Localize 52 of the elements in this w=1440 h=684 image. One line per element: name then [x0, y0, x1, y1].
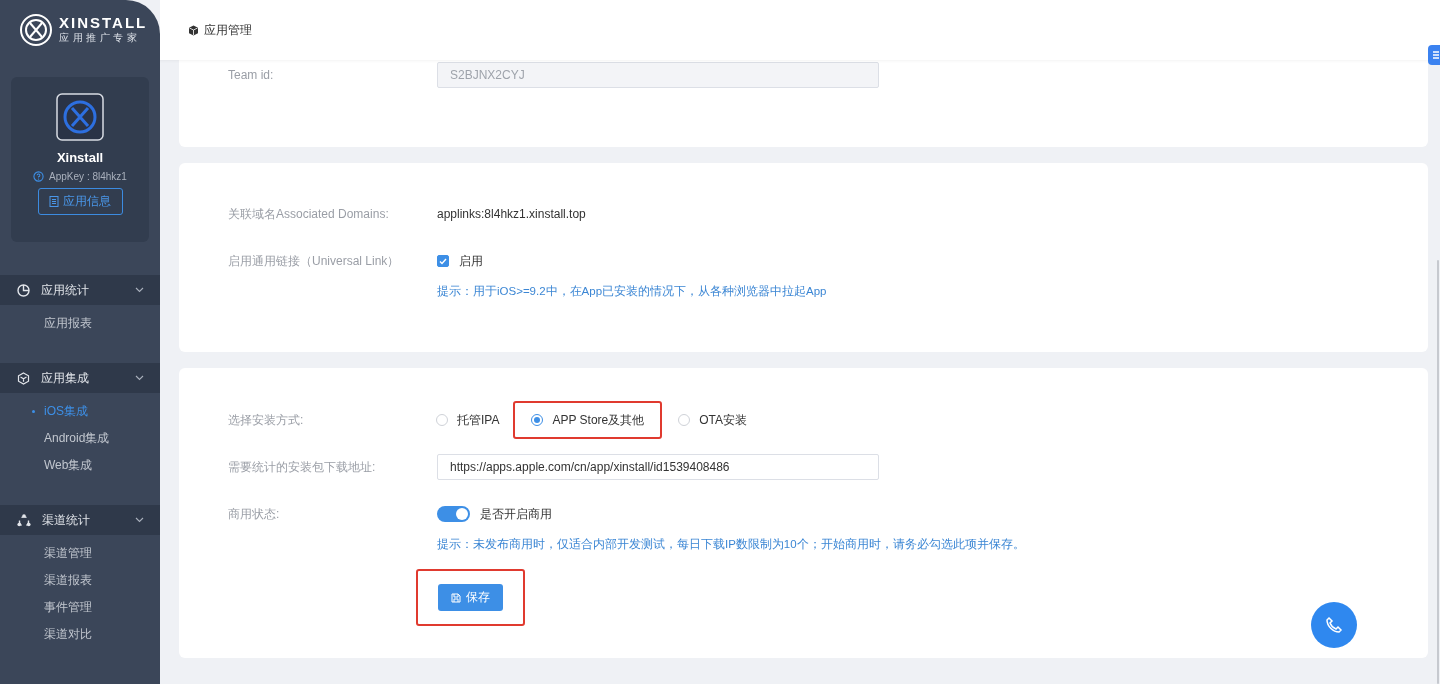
toggle-switch[interactable]	[437, 506, 470, 522]
brand-name: XINSTALL	[59, 15, 148, 31]
nav-group-header[interactable]: 应用集成	[0, 363, 160, 393]
nav-item[interactable]: 应用报表	[0, 310, 160, 337]
nav-item[interactable]: 渠道对比	[0, 621, 160, 648]
pie-chart-icon	[17, 283, 30, 297]
radio-button[interactable]	[678, 414, 691, 426]
radio-button[interactable]	[531, 414, 544, 426]
radio-button[interactable]	[436, 414, 448, 426]
app-name: Xinstall	[56, 150, 104, 165]
field-label: Team id:	[228, 67, 275, 84]
radio-label: 托管IPA	[457, 411, 500, 429]
phone-icon	[1324, 615, 1344, 635]
side-tab[interactable]	[1428, 45, 1440, 65]
nav-item[interactable]: 渠道管理	[0, 540, 160, 567]
hint-text: 提示：用于iOS>=9.2中，在App已安装的情况下，从各种浏览器中拉起App	[437, 284, 827, 298]
cube-icon	[188, 24, 199, 36]
nav-item[interactable]: Android集成	[0, 425, 160, 452]
share-nodes-icon	[17, 513, 31, 527]
save-button[interactable]: 保存	[438, 584, 503, 611]
active-dot	[32, 410, 35, 413]
field-label: 启用通用链接（Universal Link）	[228, 253, 401, 270]
app-info-button[interactable]: 应用信息	[37, 188, 123, 215]
nav-group-header[interactable]: 应用统计	[0, 275, 160, 305]
logo-icon	[19, 12, 53, 47]
hint-text: 提示：未发布商用时，仅适合内部开发测试，每日下载IP数限制为10个；开始商用时，请务必勾选此项并保存。	[437, 537, 1025, 551]
checkbox[interactable]	[437, 255, 449, 267]
nav-group-header[interactable]: 渠道统计	[0, 505, 160, 535]
help-icon[interactable]	[33, 171, 45, 182]
field-label: 商用状态:	[228, 506, 281, 523]
cube-icon	[17, 371, 30, 385]
nav-item[interactable]: 事件管理	[0, 594, 160, 621]
switch-label: 是否开启商用	[480, 505, 552, 523]
text-field[interactable]: https://apps.apple.com/cn/app/xinstall/id1539408486	[437, 454, 879, 480]
radio-label: APP Store及其他	[552, 411, 645, 429]
checkbox-label: 启用	[459, 252, 483, 270]
app-icon	[56, 93, 104, 141]
radio-label: OTA安装	[699, 411, 748, 429]
nav-item[interactable]: Web集成	[0, 452, 160, 479]
chevron-icon	[135, 517, 144, 523]
page-title: 应用管理	[204, 21, 252, 39]
app-key: AppKey : 8l4hkz1	[49, 171, 127, 182]
chevron-icon	[135, 375, 144, 381]
chevron-icon	[135, 287, 144, 293]
field-label: 选择安装方式:	[228, 412, 305, 429]
document-icon	[49, 196, 59, 207]
field-value: applinks:8l4hkz1.xinstall.top	[437, 206, 586, 223]
field-label: 关联域名Associated Domains:	[228, 206, 390, 223]
brand-tagline: 应用推广专家	[59, 31, 141, 44]
scrollbar[interactable]	[1437, 260, 1439, 684]
nav-item[interactable]: 渠道报表	[0, 567, 160, 594]
field-label: 需要统计的安装包下载地址:	[228, 459, 377, 476]
